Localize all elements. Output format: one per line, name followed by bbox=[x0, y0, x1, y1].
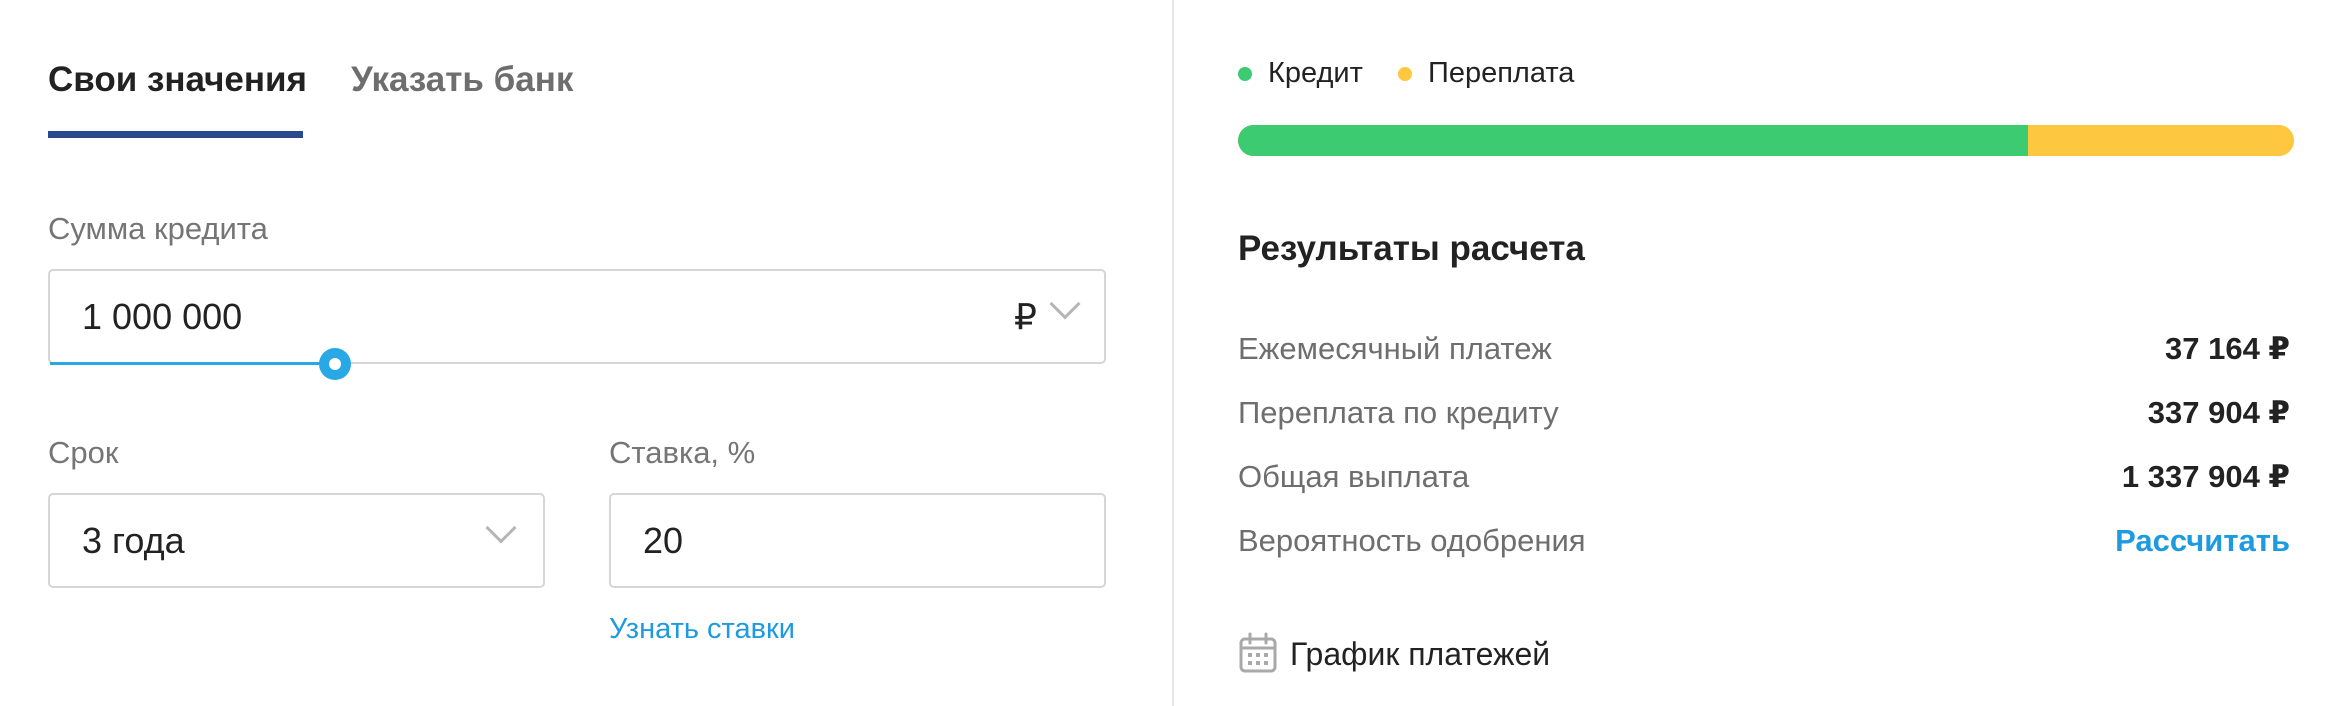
overpayment-dot-icon bbox=[1398, 67, 1412, 81]
term-label: Срок bbox=[48, 435, 119, 470]
tab-own-values[interactable]: Свои значения bbox=[48, 58, 307, 102]
calculator-inputs-panel: Свои значения Указать банк Сумма кредита… bbox=[0, 0, 1172, 706]
rate-label: Ставка, % bbox=[609, 435, 756, 470]
breakdown-bar-overpayment bbox=[2028, 125, 2294, 156]
panel-divider bbox=[1172, 0, 1174, 706]
term-chevron-down-icon[interactable] bbox=[485, 512, 517, 544]
overpayment-label: Переплата по кредиту bbox=[1238, 395, 1559, 430]
tabs: Свои значения Указать банк bbox=[48, 58, 648, 142]
monthly-payment-label: Ежемесячный платеж bbox=[1238, 331, 1552, 366]
monthly-payment-value: 37 164 ₽ bbox=[2165, 331, 2290, 366]
calendar-icon bbox=[1239, 632, 1277, 673]
results-title: Результаты расчета bbox=[1238, 229, 1585, 268]
rate-field[interactable]: 20 bbox=[609, 493, 1106, 588]
rate-value[interactable]: 20 bbox=[643, 519, 683, 563]
loan-amount-slider-track[interactable] bbox=[50, 362, 336, 365]
loan-amount-label: Сумма кредита bbox=[48, 211, 268, 246]
credit-dot-icon bbox=[1238, 67, 1252, 81]
calculate-approval-button[interactable]: Рассчитать bbox=[2115, 521, 2290, 561]
tab-choose-bank[interactable]: Указать банк bbox=[351, 58, 573, 102]
currency-symbol: ₽ bbox=[1014, 296, 1037, 337]
loan-amount-slider-handle[interactable] bbox=[319, 348, 351, 380]
learn-rates-link[interactable]: Узнать ставки bbox=[609, 610, 795, 648]
total-payment-value: 1 337 904 ₽ bbox=[2121, 459, 2290, 494]
term-value[interactable]: 3 года bbox=[82, 519, 185, 563]
approval-probability-label: Вероятность одобрения bbox=[1238, 523, 1586, 558]
breakdown-bar bbox=[1238, 125, 2294, 156]
active-tab-indicator bbox=[48, 131, 303, 138]
currency-chevron-down-icon[interactable] bbox=[1049, 288, 1081, 320]
payment-schedule-label: График платежей bbox=[1290, 636, 1551, 672]
legend-overpayment-label: Переплата bbox=[1428, 57, 1575, 89]
loan-amount-value[interactable]: 1 000 000 bbox=[82, 295, 242, 339]
term-select[interactable]: 3 года bbox=[48, 493, 545, 588]
loan-amount-field[interactable]: 1 000 000 ₽ bbox=[48, 269, 1106, 364]
total-payment-label: Общая выплата bbox=[1238, 459, 1470, 494]
breakdown-bar-credit bbox=[1238, 125, 2028, 156]
credit-calculator: Свои значения Указать банк Сумма кредита… bbox=[0, 0, 2336, 706]
overpayment-value: 337 904 ₽ bbox=[2147, 395, 2290, 430]
legend-credit-label: Кредит bbox=[1268, 57, 1363, 89]
